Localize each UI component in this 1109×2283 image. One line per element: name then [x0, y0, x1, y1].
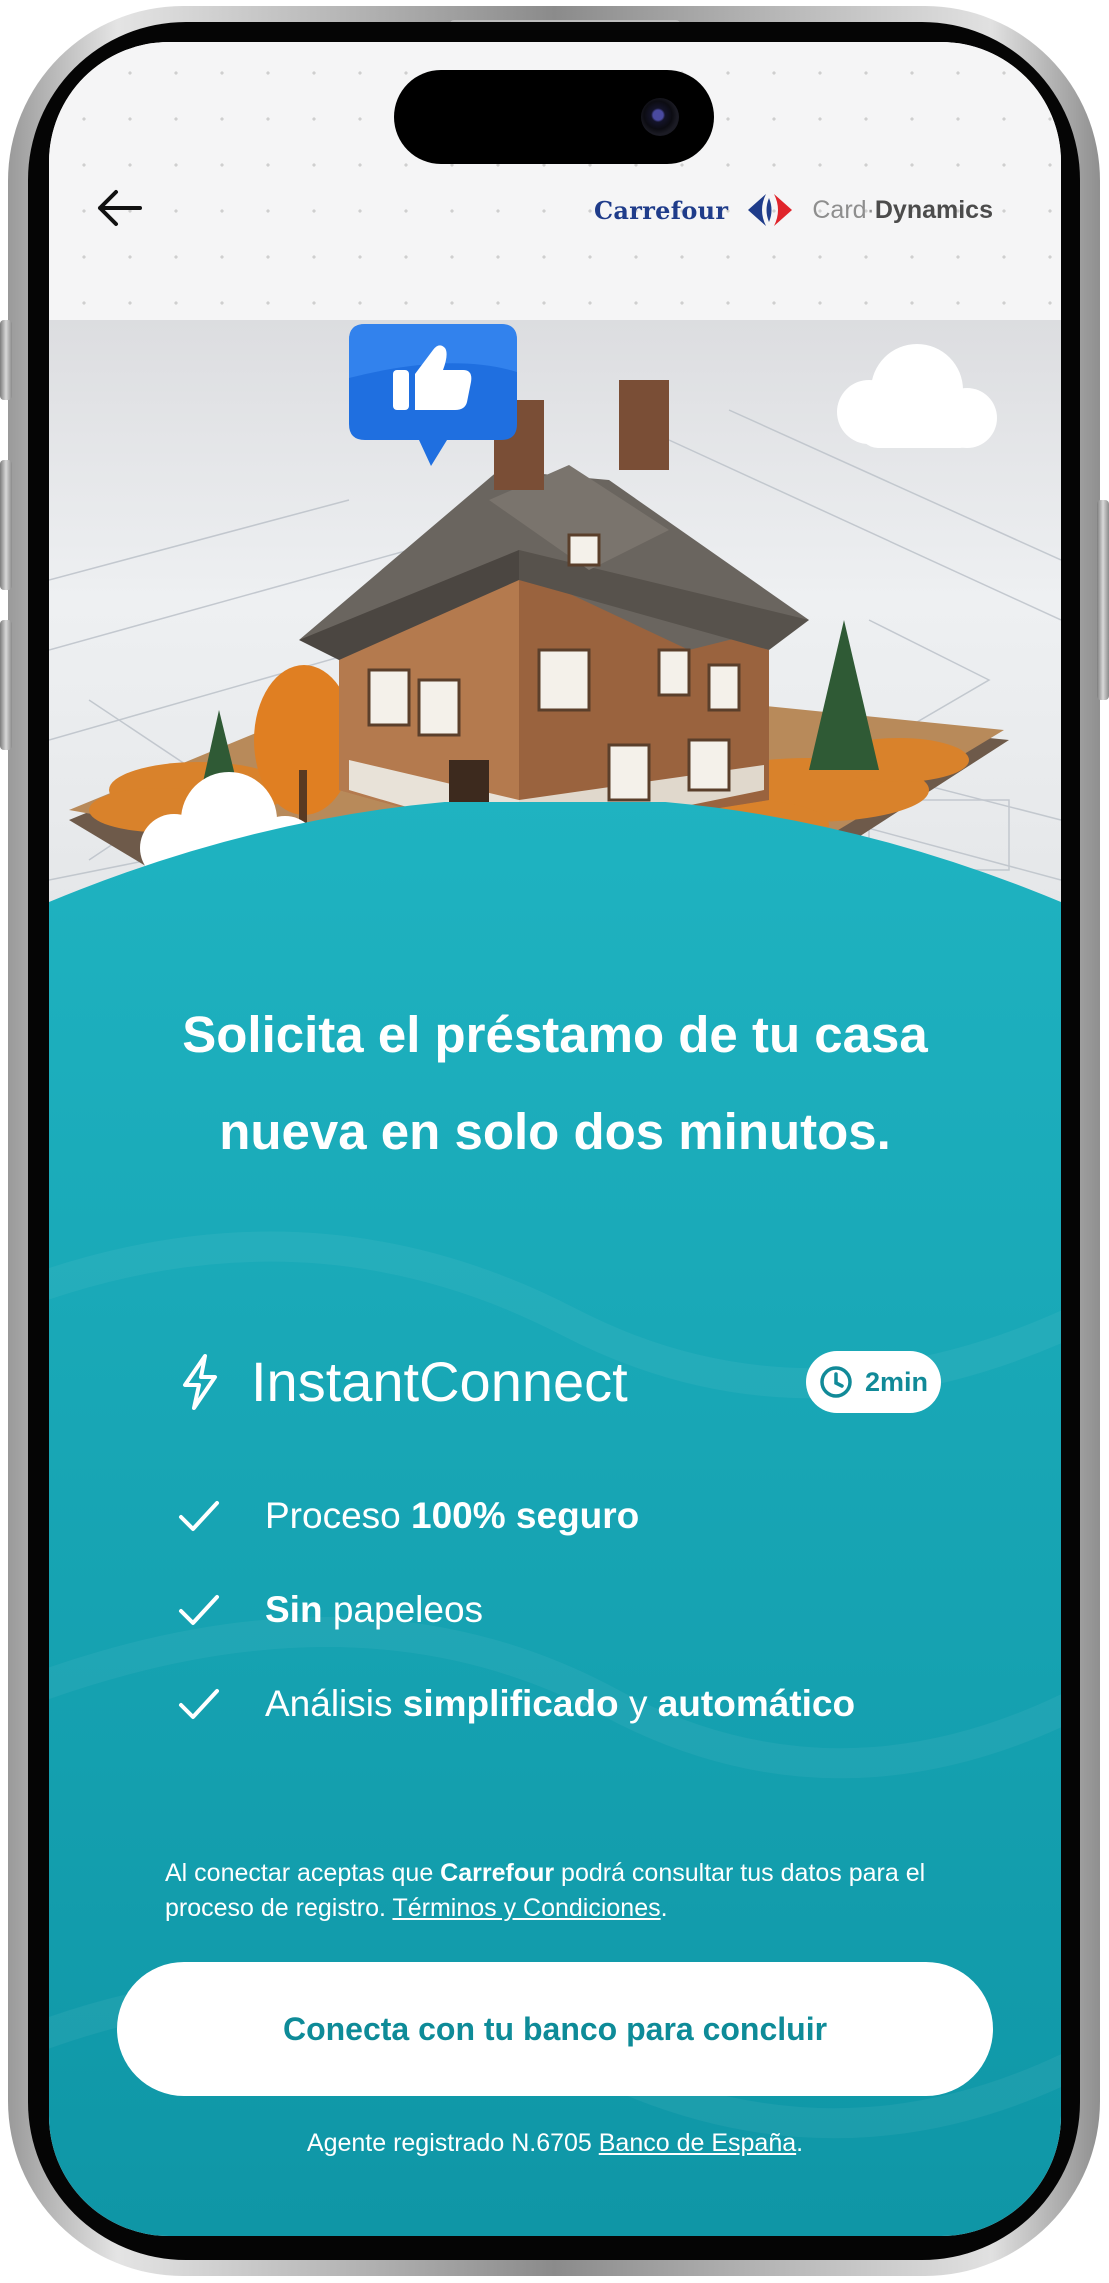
thumbs-up-icon [349, 324, 517, 466]
back-button[interactable] [89, 178, 149, 238]
card-dynamics-wordmark: Card·Dynamics [812, 195, 993, 224]
brand-logos: Carrefour Card·Dynamics [594, 192, 993, 228]
checkmark-icon [179, 1501, 219, 1531]
action-button [0, 320, 12, 400]
feature-label: Sin papeleos [265, 1589, 484, 1630]
carrefour-wordmark: Carrefour [594, 195, 729, 225]
time-badge: 2min [806, 1351, 941, 1413]
agent-registration: Agente registrado N.6705 Banco de España… [306, 2129, 804, 2157]
feature-label: Proceso 100% seguro [265, 1495, 640, 1536]
banco-espana-link[interactable]: Banco de España [599, 2129, 796, 2157]
connect-bank-button[interactable]: Conecta con tu banco para concluir [117, 1962, 993, 2096]
clock-icon [820, 1366, 852, 1398]
front-camera [641, 98, 679, 136]
legal-notice: Al conectar aceptas que Carrefour podrá … [165, 1859, 926, 1922]
checkmark-icon [179, 1595, 219, 1625]
lightning-bolt-icon [183, 1354, 217, 1410]
carrefour-logo-icon [748, 194, 793, 226]
connector-name: InstantConnect [251, 1350, 628, 1413]
page-title: Solicita el préstamo de tu casa nueva en… [182, 1006, 928, 1160]
feature-label: Análisis simplificado y automático [265, 1683, 856, 1724]
power-button [1097, 500, 1109, 700]
instant-connect-row: InstantConnect 2min [179, 1347, 941, 1417]
volume-down-button [0, 620, 12, 750]
feature-analysis: Análisis simplificado y automático [177, 1674, 855, 1734]
terms-link[interactable]: Términos y Condiciones [392, 1894, 660, 1922]
arrow-left-icon [98, 190, 142, 226]
feature-paperless: Sin papeleos [177, 1580, 483, 1640]
checkmark-icon [179, 1689, 219, 1719]
dynamic-island [394, 70, 714, 164]
feature-secure: Proceso 100% seguro [177, 1486, 639, 1546]
app-screen: Carrefour Card·Dynamics Solicita el prés… [49, 42, 1061, 2236]
header: Carrefour Card·Dynamics [49, 42, 1061, 320]
volume-up-button [0, 460, 12, 590]
